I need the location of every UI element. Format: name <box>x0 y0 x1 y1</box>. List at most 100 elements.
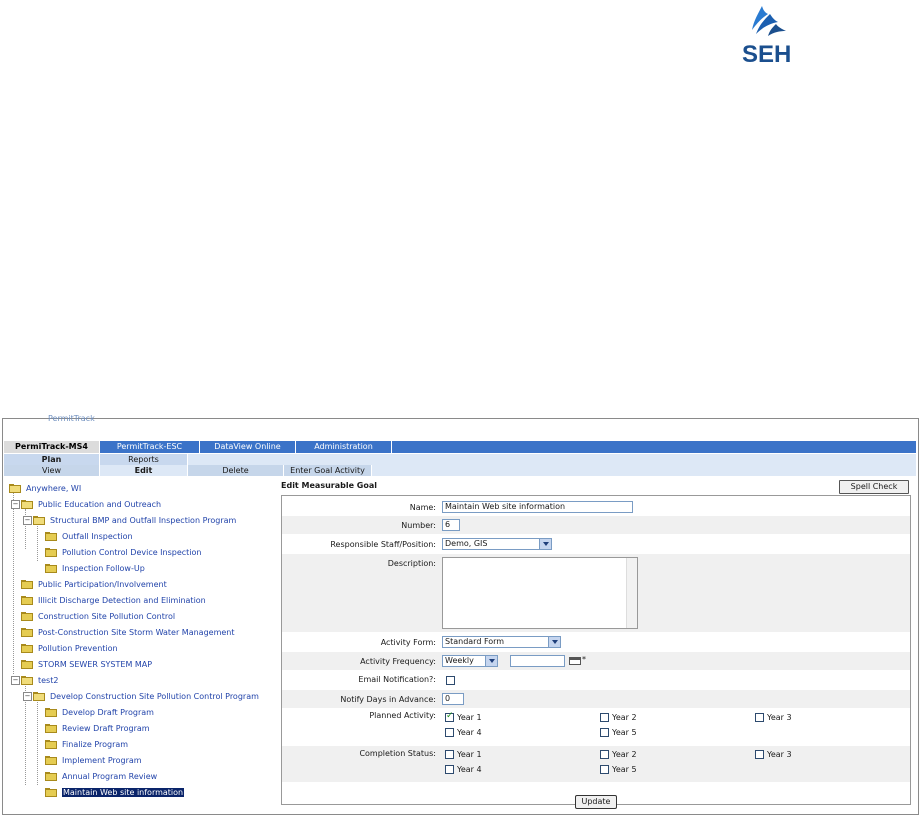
year-label: Year 1 <box>457 713 482 722</box>
name-label: Name: <box>409 503 436 512</box>
completion-year2-checkbox[interactable] <box>600 750 609 759</box>
tree-item-label: Implement Program <box>62 755 142 765</box>
year-label: Year 4 <box>457 728 482 737</box>
frequency-select[interactable]: Weekly <box>442 655 498 667</box>
tree-item-implement[interactable]: Implement Program <box>45 753 142 767</box>
email-notification-checkbox[interactable] <box>446 676 455 685</box>
tree-item-label: Illicit Discharge Detection and Eliminat… <box>38 595 206 605</box>
frequency-select-value: Weekly <box>445 656 474 665</box>
year-label: Year 4 <box>457 765 482 774</box>
tree-item-inspection-follow-up[interactable]: Inspection Follow-Up <box>45 561 145 575</box>
completion-status-label: Completion Status: <box>359 749 436 758</box>
update-button[interactable]: Update <box>575 795 617 809</box>
tree-item-develop-draft[interactable]: Develop Draft Program <box>45 705 154 719</box>
tree-item-structural-bmp[interactable]: − Structural BMP and Outfall Inspection … <box>23 513 236 527</box>
spell-check-button[interactable]: Spell Check <box>839 480 909 494</box>
number-input[interactable]: 6 <box>442 519 460 531</box>
tree-item-pollution-prevention[interactable]: Pollution Prevention <box>21 641 118 655</box>
tree-item-public-participation[interactable]: Public Participation/Involvement <box>21 577 167 591</box>
tab-edit[interactable]: Edit <box>100 465 188 476</box>
seh-logo: SEH <box>738 4 794 70</box>
collapse-icon[interactable]: − <box>23 515 32 525</box>
action-tab-bar: View Edit Delete Enter Goal Activity <box>4 465 916 476</box>
activity-form-select[interactable]: Standard Form <box>442 636 561 648</box>
notify-row: Notify Days in Advance: 0 <box>282 690 910 708</box>
planned-year1-checkbox[interactable] <box>445 711 454 722</box>
tree-item-pollution-control-device[interactable]: Pollution Control Device Inspection <box>45 545 202 559</box>
tab-reports[interactable]: Reports <box>100 454 188 465</box>
tree-item-construction-site[interactable]: Construction Site Pollution Control <box>21 609 175 623</box>
tree-item-storm-sewer-map[interactable]: STORM SEWER SYSTEM MAP <box>21 657 152 671</box>
folder-icon <box>21 659 34 669</box>
completion-status-row: Completion Status: Year 1 Year 2 Year 3 … <box>282 746 910 782</box>
tree-item-illicit-discharge[interactable]: Illicit Discharge Detection and Eliminat… <box>21 593 206 607</box>
tree-item-root[interactable]: Anywhere, WI <box>9 481 81 495</box>
collapse-icon[interactable]: − <box>23 691 32 701</box>
completion-year5-checkbox[interactable] <box>600 765 609 774</box>
staff-select[interactable]: Demo, GIS <box>442 538 552 550</box>
folder-icon <box>21 611 34 621</box>
frequency-date-input[interactable] <box>510 655 565 667</box>
description-label: Description: <box>387 559 436 568</box>
folder-open-icon <box>33 515 46 525</box>
frequency-label: Activity Frequency: <box>360 657 436 666</box>
tree-item-develop-construction[interactable]: − Develop Construction Site Pollution Co… <box>23 689 259 703</box>
tab-enter-goal-activity[interactable]: Enter Goal Activity <box>284 465 372 476</box>
tab-plan[interactable]: Plan <box>4 454 100 465</box>
tree-item-review-draft[interactable]: Review Draft Program <box>45 721 150 735</box>
completion-year4-checkbox[interactable] <box>445 765 454 774</box>
planned-year3-checkbox[interactable] <box>755 713 764 722</box>
year-label: Year 2 <box>612 713 637 722</box>
tree-item-label: Outfall Inspection <box>62 531 133 541</box>
folder-icon <box>45 707 58 717</box>
activity-form-label: Activity Form: <box>380 638 436 647</box>
year-label: Year 5 <box>612 728 637 737</box>
completion-year3-checkbox[interactable] <box>755 750 764 759</box>
tree-item-annual-review[interactable]: Annual Program Review <box>45 769 157 783</box>
folder-open-icon <box>21 675 34 685</box>
frequency-row: Activity Frequency: Weekly * <box>282 652 910 670</box>
planned-year4-checkbox[interactable] <box>445 728 454 737</box>
tab-administration[interactable]: Administration <box>296 441 392 453</box>
number-row: Number: 6 <box>282 516 910 534</box>
chevron-down-icon <box>539 539 551 549</box>
description-textarea[interactable] <box>442 557 638 629</box>
year-label: Year 3 <box>767 750 792 759</box>
folder-open-icon <box>21 499 34 509</box>
collapse-icon[interactable]: − <box>11 675 20 685</box>
activity-form-row: Activity Form: Standard Form <box>282 633 910 651</box>
tree-item-label: Pollution Prevention <box>38 643 118 653</box>
tab-permitrack-ms4[interactable]: PermiTrack-MS4 <box>4 441 100 453</box>
name-input[interactable]: Maintain Web site information <box>442 501 633 513</box>
staff-label: Responsible Staff/Position: <box>330 540 436 549</box>
folder-icon <box>45 739 58 749</box>
top-tab-bar: PermiTrack-MS4 PermitTrack-ESC DataView … <box>4 441 916 453</box>
tree-item-label: STORM SEWER SYSTEM MAP <box>38 659 153 669</box>
description-row: Description: <box>282 554 910 632</box>
tree-item-label: Develop Draft Program <box>62 707 154 717</box>
tree-item-public-education[interactable]: − Public Education and Outreach <box>11 497 161 511</box>
textarea-scrollbar[interactable] <box>626 558 637 628</box>
tab-permitrack-esc[interactable]: PermitTrack-ESC <box>100 441 200 453</box>
tree-item-post-construction[interactable]: Post-Construction Site Storm Water Manag… <box>21 625 235 639</box>
tree-item-label: Public Education and Outreach <box>38 499 162 509</box>
planned-year2-checkbox[interactable] <box>600 713 609 722</box>
tree-item-test2[interactable]: − test2 <box>11 673 58 687</box>
planned-year5-checkbox[interactable] <box>600 728 609 737</box>
tab-delete[interactable]: Delete <box>188 465 284 476</box>
completion-year1-checkbox[interactable] <box>445 750 454 759</box>
tab-view[interactable]: View <box>4 465 100 476</box>
sub-tab-bar: Plan Reports <box>4 454 916 465</box>
app-label: PermitTrack <box>48 414 95 423</box>
folder-icon <box>45 723 58 733</box>
tree-item-outfall-inspection[interactable]: Outfall Inspection <box>45 529 133 543</box>
collapse-icon[interactable]: − <box>11 499 20 509</box>
folder-icon <box>45 755 58 765</box>
notify-days-input[interactable]: 0 <box>442 693 464 705</box>
tab-dataview-online[interactable]: DataView Online <box>200 441 296 453</box>
tree-item-maintain-web-site[interactable]: Maintain Web site information <box>45 785 185 799</box>
tree-item-finalize[interactable]: Finalize Program <box>45 737 128 751</box>
calendar-icon[interactable] <box>569 657 581 665</box>
name-row: Name: Maintain Web site information <box>282 498 910 515</box>
staff-row: Responsible Staff/Position: Demo, GIS <box>282 535 910 553</box>
